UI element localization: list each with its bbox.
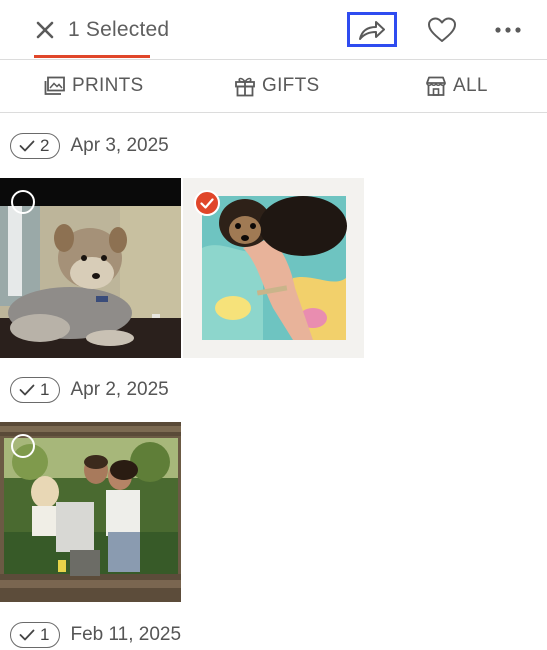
selected-underline bbox=[34, 55, 150, 58]
group-date: Apr 3, 2025 bbox=[70, 135, 169, 156]
photo-select-toggle-checked[interactable] bbox=[194, 190, 220, 216]
group-date: Feb 11, 2025 bbox=[70, 624, 182, 645]
group-count: 1 bbox=[40, 625, 50, 644]
group-date: Apr 2, 2025 bbox=[70, 379, 169, 400]
category-label: PRINTS bbox=[72, 75, 144, 96]
category-gifts[interactable]: GIFTS bbox=[234, 68, 319, 104]
favorite-button[interactable] bbox=[424, 14, 460, 46]
check-icon bbox=[19, 140, 35, 152]
select-group-toggle[interactable]: 1 bbox=[10, 622, 61, 648]
select-group-toggle[interactable]: 1 bbox=[10, 377, 61, 403]
check-icon bbox=[200, 197, 214, 209]
store-icon bbox=[426, 76, 446, 96]
photo-thumbnail[interactable] bbox=[0, 178, 181, 358]
heart-icon bbox=[428, 17, 456, 42]
category-prints[interactable]: PRINTS bbox=[44, 68, 143, 104]
select-group-toggle[interactable]: 2 bbox=[10, 133, 61, 159]
group-count: 1 bbox=[40, 380, 50, 399]
toolbar-divider bbox=[0, 59, 547, 60]
category-divider bbox=[0, 112, 547, 113]
selection-toolbar: 1 Selected bbox=[0, 0, 547, 60]
category-all[interactable]: ALL bbox=[425, 68, 488, 104]
selection-status: 1 Selected bbox=[34, 10, 169, 50]
photo-select-toggle[interactable] bbox=[11, 190, 35, 214]
category-label: ALL bbox=[453, 75, 488, 96]
close-icon[interactable] bbox=[34, 19, 56, 41]
share-icon bbox=[359, 20, 385, 40]
gift-icon bbox=[235, 77, 255, 97]
more-icon bbox=[495, 27, 521, 33]
date-group-header: 1 Feb 11, 2025 bbox=[10, 620, 181, 650]
group-count: 2 bbox=[40, 136, 50, 155]
date-group-header: 2 Apr 3, 2025 bbox=[10, 131, 169, 161]
check-icon bbox=[19, 384, 35, 396]
share-button[interactable] bbox=[347, 12, 397, 47]
date-group-header: 1 Apr 2, 2025 bbox=[10, 375, 169, 405]
category-label: GIFTS bbox=[262, 75, 320, 96]
photo-select-toggle[interactable] bbox=[11, 434, 35, 458]
check-icon bbox=[19, 629, 35, 641]
photo-thumbnail[interactable] bbox=[0, 422, 181, 602]
photo-thumbnail-selected[interactable] bbox=[183, 178, 364, 358]
prints-icon bbox=[44, 76, 65, 95]
selected-count-label: 1 Selected bbox=[68, 18, 170, 41]
more-button[interactable] bbox=[490, 14, 526, 46]
